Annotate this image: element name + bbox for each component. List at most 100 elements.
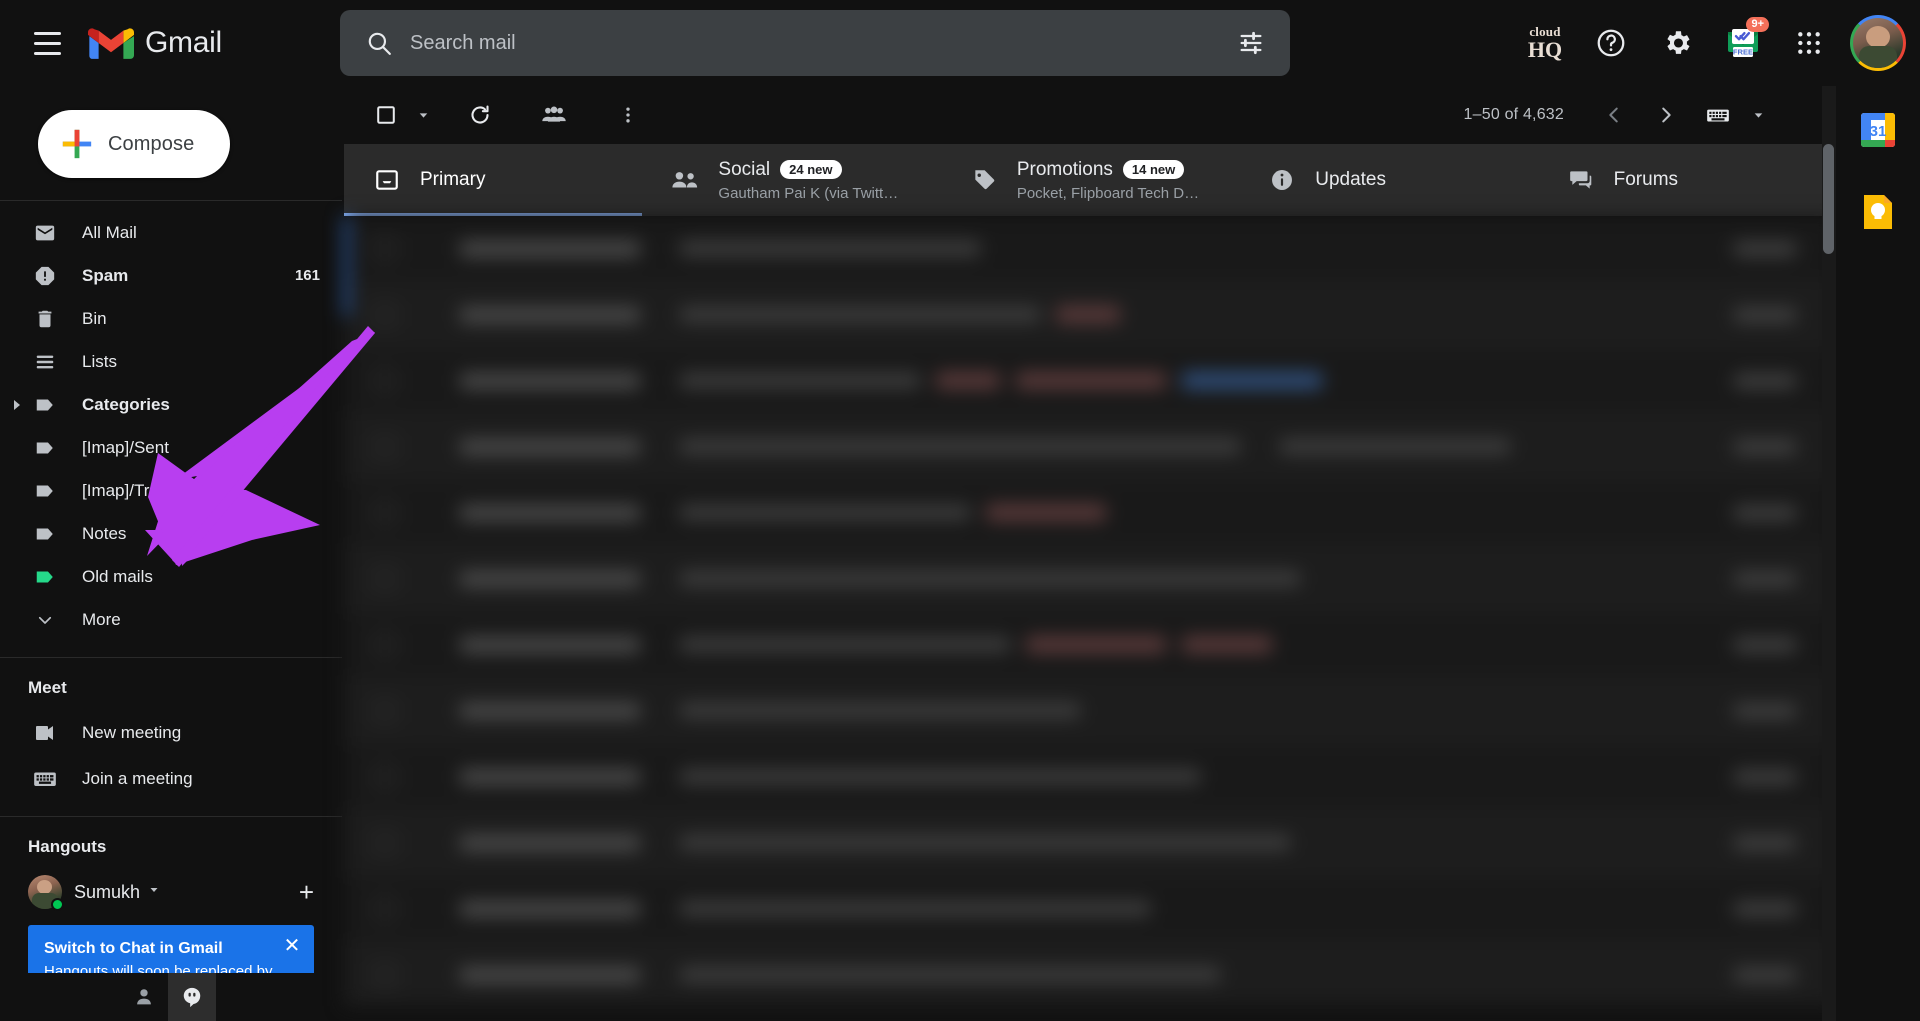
table-row[interactable] — [344, 282, 1836, 348]
star-icon[interactable] — [414, 502, 436, 524]
join-meeting-button[interactable]: Join a meeting — [0, 756, 342, 802]
row-sender — [460, 834, 640, 851]
input-tools-keyboard-icon[interactable] — [1694, 91, 1742, 139]
google-keep-icon[interactable] — [1858, 192, 1898, 232]
tab-social[interactable]: Social 24 new Gautham Pai K (via Twitt… — [642, 144, 940, 216]
row-checkbox[interactable] — [374, 831, 396, 854]
hangouts-user-row[interactable]: Sumukh + — [0, 869, 342, 915]
star-icon[interactable] — [414, 700, 436, 722]
tab-toprow: Forums — [1614, 169, 1678, 191]
email-list-scrollbar[interactable] — [1822, 86, 1836, 1021]
row-checkbox[interactable] — [374, 303, 396, 326]
select-all-group[interactable] — [362, 91, 436, 139]
row-date — [1734, 769, 1796, 784]
scrollbar-thumb[interactable] — [1823, 144, 1834, 254]
more-vert-icon[interactable] — [604, 91, 652, 139]
star-icon[interactable] — [414, 634, 436, 656]
row-checkbox[interactable] — [374, 567, 396, 590]
table-row[interactable] — [344, 744, 1836, 810]
help-icon[interactable] — [1582, 14, 1640, 72]
cloudhq-logo[interactable]: cloud HQ — [1516, 25, 1574, 61]
row-checkbox[interactable] — [374, 633, 396, 656]
table-row[interactable] — [344, 216, 1836, 282]
row-checkbox[interactable] — [374, 897, 396, 920]
table-row[interactable] — [344, 678, 1836, 744]
star-icon[interactable] — [414, 964, 436, 986]
new-meeting-button[interactable]: New meeting — [0, 710, 342, 756]
hamburger-icon[interactable] — [18, 14, 76, 72]
table-row[interactable] — [344, 876, 1836, 942]
sidebar-item-all-mail[interactable]: All Mail — [0, 211, 342, 254]
star-icon[interactable] — [414, 898, 436, 920]
star-icon[interactable] — [414, 436, 436, 458]
refresh-icon[interactable] — [456, 91, 504, 139]
row-checkbox[interactable] — [374, 699, 396, 722]
sidebar-item-bin[interactable]: Bin — [0, 297, 342, 340]
sidebar-item-lists[interactable]: Lists — [0, 340, 342, 383]
cloudhq-free-badge[interactable]: FREE 9+ — [1714, 14, 1772, 72]
expand-categories-icon[interactable] — [6, 399, 28, 410]
search-icon[interactable] — [354, 18, 404, 68]
sidebar-item-spam[interactable]: Spam 161 — [0, 254, 342, 297]
sidebar-item-imap-sent[interactable]: [Imap]/Sent — [0, 426, 342, 469]
star-icon[interactable] — [414, 370, 436, 392]
tab-forums[interactable]: Forums — [1538, 144, 1836, 216]
table-row[interactable] — [344, 942, 1836, 1006]
star-icon[interactable] — [414, 304, 436, 326]
chevron-left-icon[interactable] — [1590, 91, 1638, 139]
row-checkbox[interactable] — [374, 501, 396, 524]
apps-grid-icon[interactable] — [1780, 14, 1838, 72]
sidebar-item-label: All Mail — [82, 222, 137, 242]
row-label-chip — [1182, 636, 1272, 653]
sidebar-item-notes[interactable]: Notes — [0, 512, 342, 555]
chevron-right-icon[interactable] — [1642, 91, 1690, 139]
star-icon[interactable] — [414, 238, 436, 260]
chevron-down-icon[interactable] — [410, 109, 436, 122]
row-subject — [680, 241, 980, 256]
table-row[interactable] — [344, 480, 1836, 546]
search-options-icon[interactable] — [1226, 18, 1276, 68]
sidebar-item-more[interactable]: More — [0, 598, 342, 641]
row-checkbox[interactable] — [374, 237, 396, 260]
table-row[interactable] — [344, 612, 1836, 678]
compose-button[interactable]: Compose — [38, 110, 230, 178]
mail-main-area: 1–50 of 4,632 Primary Social 24 new Gaut… — [342, 86, 1836, 1021]
row-sender — [460, 900, 640, 917]
tab-label: Forums — [1613, 169, 1679, 190]
table-row[interactable] — [344, 348, 1836, 414]
chevron-down-icon[interactable] — [1746, 109, 1770, 122]
close-icon[interactable]: ✕ — [282, 936, 302, 957]
checkbox-icon[interactable] — [362, 91, 410, 139]
search-bar[interactable] — [340, 10, 1290, 76]
account-avatar[interactable] — [1850, 15, 1906, 71]
sidebar-item-imap-trash[interactable]: [Imap]/Trash — [0, 469, 342, 512]
row-date — [1734, 637, 1796, 652]
tab-promotions[interactable]: Promotions 14 new Pocket, Flipboard Tech… — [941, 144, 1239, 216]
tab-primary[interactable]: Primary — [344, 144, 643, 216]
tab-label: Updates — [1315, 169, 1386, 190]
row-checkbox[interactable] — [374, 369, 396, 392]
gmail-brand[interactable]: Gmail — [88, 25, 222, 61]
chevron-down-icon[interactable] — [148, 883, 160, 901]
sidebar-item-old-mails[interactable]: Old mails — [0, 555, 342, 598]
sidebar-item-categories[interactable]: Categories — [0, 383, 342, 426]
star-icon[interactable] — [414, 832, 436, 854]
email-list[interactable] — [344, 216, 1836, 1006]
search-input[interactable] — [404, 31, 1226, 55]
table-row[interactable] — [344, 414, 1836, 480]
hangouts-icon[interactable] — [168, 973, 216, 1021]
row-checkbox[interactable] — [374, 963, 396, 986]
row-checkbox[interactable] — [374, 765, 396, 788]
tab-updates[interactable]: Updates — [1239, 144, 1537, 216]
people-icon[interactable] — [530, 91, 578, 139]
star-icon[interactable] — [414, 766, 436, 788]
gear-icon[interactable] — [1648, 14, 1706, 72]
label-icon — [28, 566, 62, 588]
contacts-icon[interactable] — [120, 973, 168, 1021]
star-icon[interactable] — [414, 568, 436, 590]
google-calendar-icon[interactable]: 31 — [1858, 110, 1898, 150]
new-conversation-button[interactable]: + — [299, 879, 314, 905]
table-row[interactable] — [344, 546, 1836, 612]
table-row[interactable] — [344, 810, 1836, 876]
row-checkbox[interactable] — [374, 435, 396, 458]
